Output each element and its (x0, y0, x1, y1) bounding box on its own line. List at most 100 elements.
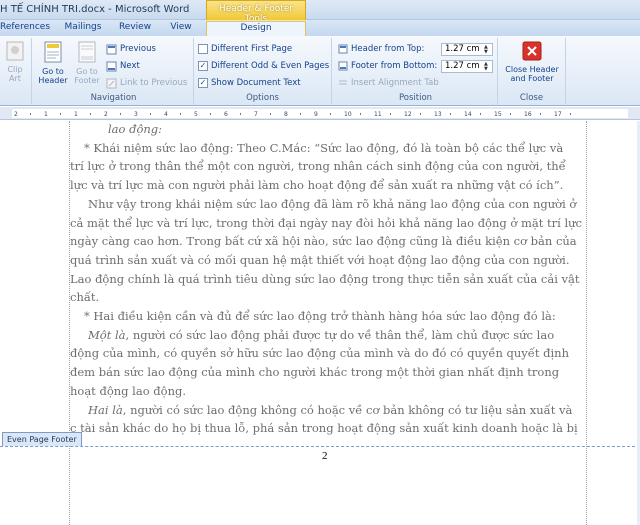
ruler-number: 17 (554, 111, 562, 118)
insert-alignment-tab-button[interactable]: Insert Alignment Tab (338, 76, 439, 90)
tab-design[interactable]: Design (206, 21, 306, 36)
link-to-previous-button[interactable]: Link to Previous (106, 76, 187, 90)
ruler-number: 7 (254, 111, 258, 118)
text-line: động của mình, có quyền sở hữu sức lao đ… (70, 346, 569, 361)
go-to-footer-label: Go to Footer (74, 67, 100, 85)
ruler-number: 9 (314, 111, 318, 118)
text-line: Như vậy trong khái niệm sức lao động đã … (88, 196, 577, 211)
title-bar: H TẾ CHÍNH TRI.docx - Microsoft Word (0, 0, 640, 20)
clip-art-icon (6, 41, 24, 61)
ruler-number: 5 (194, 111, 198, 118)
header-from-top-control: Header from Top: 1.27 cm ▲ ▼ (338, 42, 493, 56)
next-button[interactable]: Next (106, 59, 140, 73)
document-body-text[interactable]: lao động: * Khái niệm sức lao động: Theo… (70, 120, 586, 438)
text-line: Lao động chính là quá trình tiêu dùng sứ… (70, 271, 580, 286)
go-to-header-button[interactable]: Go to Header (38, 40, 68, 85)
text-line: trí lực ở trong thân thể một con người, … (70, 159, 566, 174)
text-line: đem bán sức lao động của mình cho người … (70, 365, 560, 380)
clip-art-button[interactable]: Clip Art (2, 40, 28, 83)
footer-from-bottom-value: 1.27 cm (445, 60, 480, 71)
ruler-number: 12 (404, 111, 412, 118)
ruler-tick-mark (480, 113, 481, 115)
horizontal-ruler[interactable]: 2 1 1 2 3 4 5 6 7 8 9 10 11 12 13 14 15 16 17 (0, 107, 640, 120)
ruler-tick-mark (30, 113, 31, 115)
ruler-tick-mark (90, 113, 91, 115)
close-header-footer-button[interactable]: Close Header and Footer (502, 40, 562, 83)
next-icon (106, 61, 117, 71)
ribbon: Clip Art Go to Header Go to Footer Previ… (0, 36, 640, 106)
ruler-number: 13 (434, 111, 442, 118)
text-line: quá trình sản xuất và có mối quan hệ mật… (70, 252, 570, 267)
page-number[interactable]: 2 (322, 450, 328, 462)
document-area[interactable]: lao động: * Khái niệm sức lao động: Theo… (0, 121, 640, 525)
show-document-text-checkbox[interactable]: ✓ (198, 78, 208, 88)
close-header-footer-label: Close Header and Footer (505, 65, 559, 83)
ruler-number: 3 (134, 111, 138, 118)
previous-button[interactable]: Previous (106, 42, 156, 56)
link-icon (106, 78, 117, 88)
tab-review[interactable]: Review (114, 21, 156, 36)
navigation-group-label: Navigation (90, 93, 137, 103)
ruler-tick-mark (210, 113, 211, 115)
previous-icon (106, 44, 117, 54)
text-line: Một là, người có sức lao động phải được … (88, 327, 555, 342)
ruler-number: 1 (74, 111, 78, 118)
ruler-tick-mark (180, 113, 181, 115)
ruler-tick-mark (330, 113, 331, 115)
footer-position-icon (338, 61, 348, 71)
header-footer-tools-tab: Header & Footer Tools (206, 0, 306, 24)
window-title: H TẾ CHÍNH TRI.docx - Microsoft Word (0, 4, 190, 15)
ruler-tick-mark (570, 113, 571, 115)
text-line: Hai là, người có sức lao động không có h… (88, 402, 573, 417)
header-from-top-value: 1.27 cm (445, 43, 480, 54)
ruler-tick-mark (240, 113, 241, 115)
tab-references[interactable]: References (0, 21, 50, 36)
different-first-page-label: Different First Page (211, 44, 293, 54)
close-icon (522, 41, 542, 61)
ruler-number: 6 (224, 111, 228, 118)
insert-alignment-tab-label: Insert Alignment Tab (351, 78, 439, 88)
ruler-number: 10 (344, 111, 352, 118)
close-group: Close Header and Footer Close (498, 38, 566, 104)
different-odd-even-checkbox[interactable]: ✓ (198, 61, 208, 71)
ruler-tick-mark (420, 113, 421, 115)
ruler-number: 4 (164, 111, 168, 118)
spinner-arrows-icon[interactable]: ▲ ▼ (484, 44, 491, 55)
different-first-page-checkbox[interactable] (198, 44, 208, 54)
options-group-label: Options (246, 93, 279, 103)
ruler-number: 2 (104, 111, 108, 118)
go-to-header-icon (44, 41, 62, 63)
go-to-footer-icon (78, 41, 96, 63)
different-first-page-option[interactable]: Different First Page (198, 42, 292, 56)
footer-from-bottom-control: Footer from Bottom: 1.27 cm ▲ ▼ (338, 59, 493, 73)
go-to-footer-button[interactable]: Go to Footer (72, 40, 102, 85)
clip-art-label: Clip Art (7, 65, 23, 83)
ruler-body: 2 1 1 2 3 4 5 6 7 8 9 10 11 12 13 14 15 16 17 (12, 109, 628, 118)
header-position-icon (338, 44, 348, 54)
show-document-text-option[interactable]: ✓ Show Document Text (198, 76, 301, 90)
ruler-tick-mark (510, 113, 511, 115)
previous-label: Previous (120, 44, 156, 54)
tab-mailings[interactable]: Mailings (60, 21, 106, 36)
ruler-tick-mark (150, 113, 151, 115)
spinner-arrows-icon[interactable]: ▲ ▼ (484, 61, 491, 72)
ruler-tick-mark (60, 113, 61, 115)
different-odd-even-label: Different Odd & Even Pages (211, 61, 330, 71)
footer-from-bottom-input[interactable]: 1.27 cm ▲ ▼ (441, 59, 493, 73)
text-line: lực và trí lực mà con người phải làm cho… (70, 178, 564, 193)
close-group-label: Close (519, 93, 544, 103)
ruler-tick-mark (300, 113, 301, 115)
show-document-text-label: Show Document Text (211, 78, 301, 88)
right-margin-guide (586, 121, 587, 525)
header-from-top-input[interactable]: 1.27 cm ▲ ▼ (441, 42, 493, 56)
ruler-tick-mark (390, 113, 391, 115)
ruler-number: 8 (284, 111, 288, 118)
text-line: hoạt động lao động. (70, 383, 186, 398)
position-group-label: Position (398, 93, 433, 103)
text-line: * Hai điều kiện cần và đủ để sức lao độn… (84, 309, 556, 324)
ruler-number: 1 (44, 111, 48, 118)
tab-view[interactable]: View (164, 21, 198, 36)
next-label: Next (120, 61, 140, 71)
ruler-number: 2 (14, 111, 18, 118)
different-odd-even-option[interactable]: ✓ Different Odd & Even Pages (198, 59, 329, 73)
